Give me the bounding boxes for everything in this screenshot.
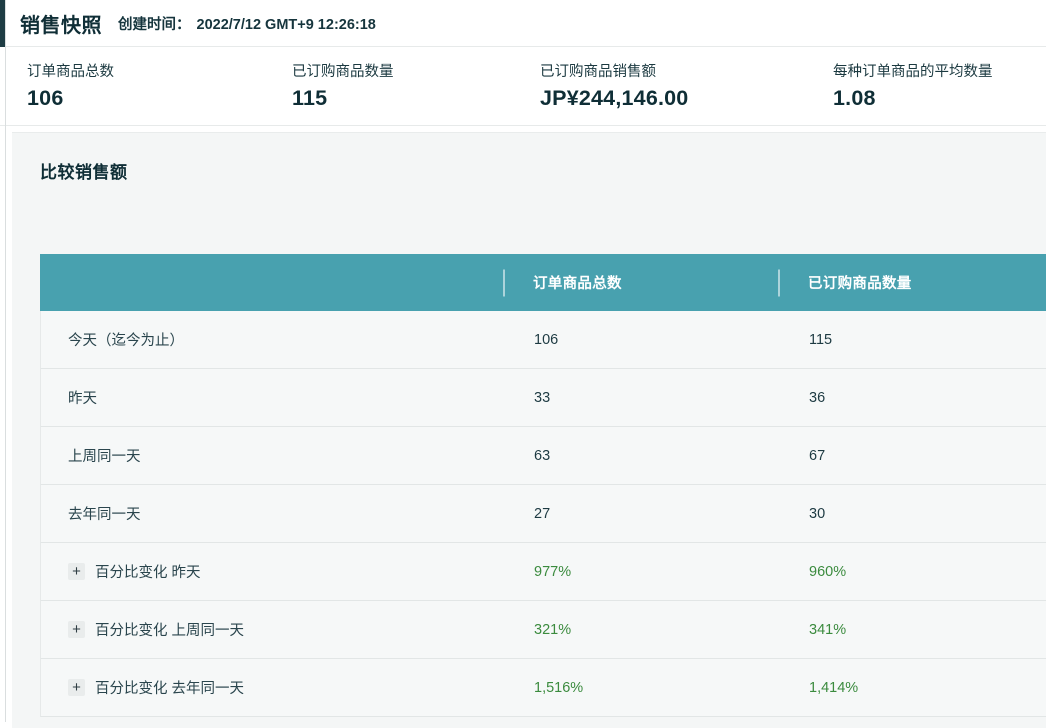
row-label: 今天（迄今为止） bbox=[68, 333, 184, 349]
stat-value: 1.08 bbox=[833, 86, 876, 110]
table-row-yesterday: 昨天 33 36 bbox=[40, 369, 1046, 427]
table-row-same-day-last-year: 去年同一天 27 30 bbox=[40, 485, 1046, 543]
expand-plus-icon[interactable]: + bbox=[68, 621, 85, 638]
row-label: 上周同一天 bbox=[68, 449, 141, 465]
left-divider bbox=[5, 0, 6, 722]
page-title: 销售快照 bbox=[20, 14, 102, 37]
row-label: 百分比变化 上周同一天 bbox=[95, 623, 245, 639]
section-title: 比较销售额 bbox=[40, 163, 128, 182]
row-label-with-expander: + 百分比变化 去年同一天 bbox=[41, 677, 504, 698]
created-time-value: 2022/7/12 GMT+9 12:26:18 bbox=[196, 16, 376, 33]
cell-value-percent: 1,414% bbox=[809, 679, 859, 696]
row-label-with-expander: + 百分比变化 上周同一天 bbox=[41, 619, 504, 640]
compare-sales-section: 比较销售额 订单商品总数 已订购商品数量 今天（迄今为止） 106 115 昨天… bbox=[12, 132, 1046, 728]
table-row-same-day-last-week: 上周同一天 63 67 bbox=[40, 427, 1046, 485]
table-row-pct-change-yesterday: + 百分比变化 昨天 977% 960% bbox=[40, 543, 1046, 601]
cell-value-percent: 960% bbox=[809, 563, 847, 580]
stat-value: 106 bbox=[27, 86, 64, 110]
row-label: 去年同一天 bbox=[68, 507, 141, 523]
table-row-pct-change-last-year: + 百分比变化 去年同一天 1,516% 1,414% bbox=[40, 659, 1046, 717]
table-row-pct-change-last-week: + 百分比变化 上周同一天 321% 341% bbox=[40, 601, 1046, 659]
column-header-blank bbox=[40, 254, 503, 311]
row-label-with-expander: + 百分比变化 昨天 bbox=[41, 561, 504, 582]
stat-ordered-product-sales: 已订购商品销售额 JP¥244,146.00 bbox=[540, 60, 833, 125]
sales-snapshot-stats: 订单商品总数 106 已订购商品数量 115 已订购商品销售额 JP¥244,1… bbox=[0, 46, 1046, 126]
cell-value-percent: 977% bbox=[534, 563, 572, 580]
created-time: 创建时间： 2022/7/12 GMT+9 12:26:18 bbox=[118, 13, 376, 34]
expand-plus-icon[interactable]: + bbox=[68, 679, 85, 696]
cell-value: 30 bbox=[809, 505, 826, 522]
cell-value: 36 bbox=[809, 389, 826, 406]
table-row-today: 今天（迄今为止） 106 115 bbox=[40, 311, 1046, 369]
row-label: 百分比变化 去年同一天 bbox=[95, 681, 245, 697]
stat-label: 已订购商品数量 bbox=[292, 64, 394, 80]
cell-value-percent: 1,516% bbox=[534, 679, 584, 696]
stat-label: 订单商品总数 bbox=[27, 64, 114, 80]
stat-units-ordered: 已订购商品数量 115 bbox=[292, 60, 540, 125]
column-header-ordered-items-total: 订单商品总数 bbox=[503, 254, 778, 311]
created-time-label: 创建时间： bbox=[118, 16, 191, 33]
cell-value: 67 bbox=[809, 447, 826, 464]
cell-value-percent: 321% bbox=[534, 621, 572, 638]
stat-label: 已订购商品销售额 bbox=[540, 64, 656, 80]
row-label: 昨天 bbox=[68, 391, 97, 407]
stat-value: 115 bbox=[292, 86, 328, 110]
stat-ordered-items-total: 订单商品总数 106 bbox=[27, 60, 292, 125]
stat-avg-units-per-order-item: 每种订单商品的平均数量 1.08 bbox=[833, 60, 1046, 125]
expand-plus-icon[interactable]: + bbox=[68, 563, 85, 580]
cell-value: 33 bbox=[534, 389, 551, 406]
page-header: 销售快照 创建时间： 2022/7/12 GMT+9 12:26:18 bbox=[0, 0, 1046, 46]
cell-value: 115 bbox=[809, 331, 833, 348]
row-label: 百分比变化 昨天 bbox=[95, 565, 201, 581]
cell-value: 106 bbox=[534, 331, 559, 348]
column-header-units-ordered: 已订购商品数量 bbox=[778, 254, 1046, 311]
cell-value: 63 bbox=[534, 447, 551, 464]
cell-value-percent: 341% bbox=[809, 621, 847, 638]
table-header-row: 订单商品总数 已订购商品数量 bbox=[40, 254, 1046, 311]
compare-sales-table: 订单商品总数 已订购商品数量 今天（迄今为止） 106 115 昨天 33 36… bbox=[40, 254, 1046, 717]
cell-value: 27 bbox=[534, 505, 551, 522]
stat-value: JP¥244,146.00 bbox=[540, 86, 689, 110]
stat-label: 每种订单商品的平均数量 bbox=[833, 64, 993, 80]
